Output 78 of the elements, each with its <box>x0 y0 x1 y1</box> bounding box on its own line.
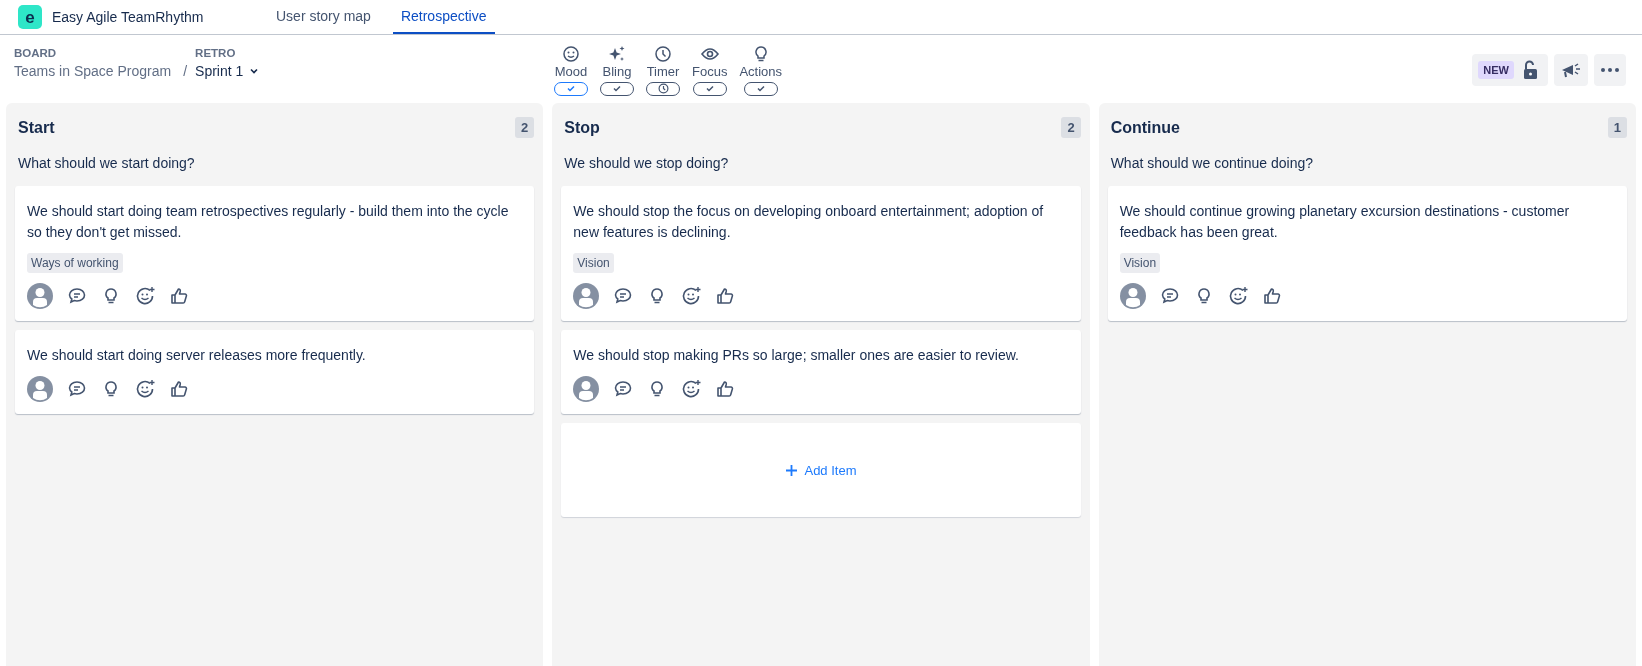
card-tag: Ways of working <box>27 253 123 273</box>
comment-icon[interactable] <box>67 286 87 306</box>
feature-toggle[interactable] <box>743 81 778 96</box>
feature-toggle[interactable] <box>692 81 727 96</box>
thumbs-up-icon[interactable] <box>715 286 736 306</box>
card-text: We should start doing server releases more frequently. <box>27 346 366 365</box>
thumbs-up-icon[interactable] <box>169 286 189 306</box>
comment-icon[interactable] <box>1159 286 1180 306</box>
board-link[interactable]: Teams in Space Program <box>14 63 172 79</box>
clock-icon <box>657 83 669 94</box>
timer-toggle[interactable] <box>646 81 680 96</box>
board-label: BOARD <box>14 47 58 59</box>
chevron-down-icon <box>249 66 260 76</box>
checkmark-icon <box>567 85 575 92</box>
card-count: 2 <box>515 117 535 138</box>
column-title: Start <box>18 118 55 137</box>
app-logo: e <box>18 5 42 29</box>
feature-toggle[interactable] <box>554 81 588 96</box>
feature-label: Timer <box>646 63 680 79</box>
smiley-icon <box>562 44 580 63</box>
card-count: 1 <box>1607 117 1627 138</box>
card-text: We should start doing team retrospectives regularly - build them into the cycle so they don't get missed. <box>27 202 510 242</box>
add-reaction-icon[interactable] <box>1227 286 1248 306</box>
avatar-icon[interactable] <box>27 283 53 309</box>
unlocked-padlock-icon <box>1522 60 1538 80</box>
retro-card[interactable]: We should start doing server releases more frequently. <box>15 330 535 414</box>
feature-label: Mood <box>554 63 588 79</box>
comment-icon[interactable] <box>613 379 634 399</box>
avatar-icon[interactable] <box>1119 283 1146 309</box>
sparkle-icon <box>607 44 627 63</box>
megaphone-icon <box>1560 60 1582 80</box>
more-icon <box>1601 68 1619 72</box>
comment-icon[interactable] <box>613 286 634 306</box>
add-reaction-icon[interactable] <box>681 379 702 399</box>
card-tag: Vision <box>1119 253 1161 273</box>
feature-label: Focus <box>692 63 728 79</box>
avatar-icon[interactable] <box>573 376 600 402</box>
breadcrumb-separator: / <box>183 63 188 79</box>
retro-label: RETRO <box>195 47 237 59</box>
add-reaction-icon[interactable] <box>135 379 155 399</box>
column-prompt: What should we continue doing? <box>1109 154 1314 173</box>
add-reaction-icon[interactable] <box>135 286 155 306</box>
nav-tab[interactable]: User story map <box>268 0 379 34</box>
megaphone-button[interactable] <box>1554 54 1588 86</box>
lock-button[interactable]: NEW <box>1472 54 1548 86</box>
column-title: Continue <box>1110 118 1180 137</box>
column-prompt: We should we stop doing? <box>563 154 730 173</box>
thumbs-up-icon[interactable] <box>715 379 736 399</box>
retro-card[interactable]: We should stop making PRs so large; smaller ones are easier to review. <box>561 330 1081 414</box>
app-name: Easy Agile TeamRhythm <box>52 9 204 25</box>
card-count: 2 <box>1061 117 1081 138</box>
thumbs-up-icon[interactable] <box>169 379 189 399</box>
card-text: We should stop making PRs so large; smaller ones are easier to review. <box>573 346 1019 365</box>
checkmark-icon <box>613 85 621 92</box>
feature-label: Actions <box>739 63 783 79</box>
checkmark-icon <box>705 85 714 92</box>
checkmark-icon <box>756 85 765 92</box>
feature-label: Bling <box>602 63 632 79</box>
card-text: We should continue growing planetary excursion destinations - customer feedback has been great. <box>1119 202 1571 242</box>
nav-tab[interactable]: Retrospective <box>392 0 495 34</box>
plus-icon <box>785 463 799 477</box>
retro-card[interactable]: We should start doing team retrospectives regularly - build them into the cycle so they don't get missed. Ways of working <box>15 186 535 321</box>
column-title: Stop <box>564 118 600 137</box>
card-text: We should stop the focus on developing onboard entertainment; adoption of new features is declining. <box>573 202 1045 242</box>
add-item-button[interactable]: Add Item <box>561 423 1081 517</box>
retro-card[interactable]: We should continue growing planetary excursion destinations - customer feedback has been great. Vision <box>1107 186 1627 321</box>
card-tag: Vision <box>573 253 614 273</box>
avatar-icon[interactable] <box>573 283 600 309</box>
more-button[interactable] <box>1594 54 1626 86</box>
avatar-icon[interactable] <box>27 376 53 402</box>
comment-icon[interactable] <box>67 379 87 399</box>
column-prompt: What should we start doing? <box>17 154 196 173</box>
add-reaction-icon[interactable] <box>681 286 702 306</box>
clock-icon <box>654 44 672 63</box>
thumbs-up-icon[interactable] <box>1261 286 1282 306</box>
feature-toggle[interactable] <box>600 81 634 96</box>
sprint-dropdown[interactable]: Sprint 1 <box>195 63 260 79</box>
retro-card[interactable]: We should stop the focus on developing onboard entertainment; adoption of new features is declining. Vision <box>561 186 1081 321</box>
